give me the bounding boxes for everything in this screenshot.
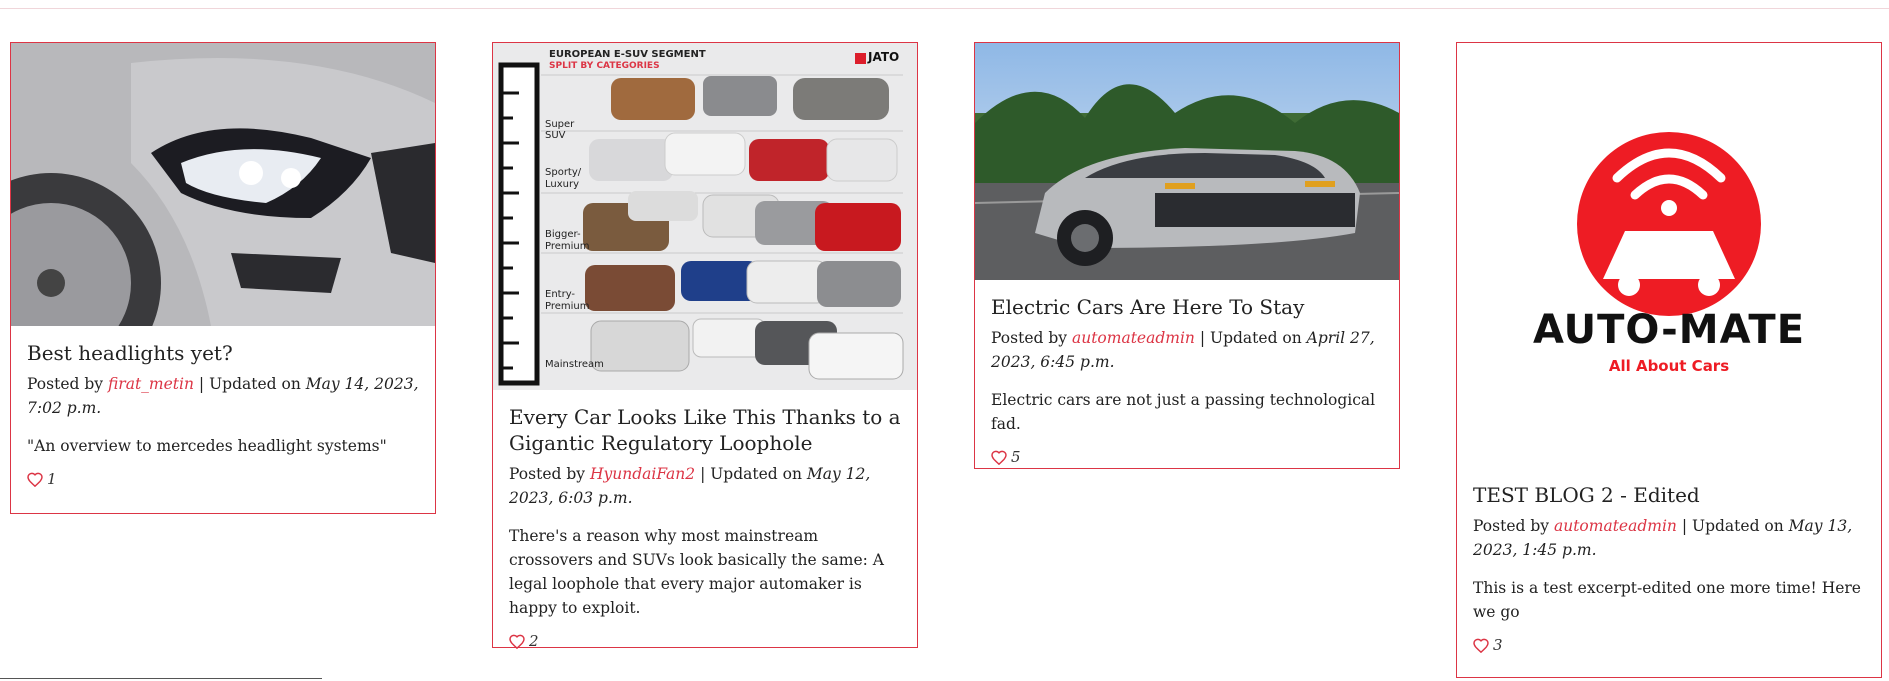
jato-logo: JATO <box>868 50 900 64</box>
updated-label: Updated on <box>710 465 802 483</box>
post-title[interactable]: Electric Cars Are Here To Stay <box>991 294 1383 320</box>
heart-icon[interactable] <box>1473 638 1489 653</box>
posted-by-label: Posted by <box>1473 517 1550 535</box>
like-count[interactable]: 3 <box>1473 636 1865 654</box>
headlight-illustration <box>11 43 435 326</box>
posted-by-label: Posted by <box>27 375 104 393</box>
like-count[interactable]: 2 <box>509 632 901 650</box>
infographic-illustration <box>493 43 917 390</box>
post-meta: Posted by automateadmin | Updated on May… <box>1473 514 1865 562</box>
logo-wordmark: AUTO-MATE <box>1532 307 1806 353</box>
blog-card[interactable]: Electric Cars Are Here To Stay Posted by… <box>974 42 1400 469</box>
post-image-infographic[interactable]: EUROPEAN E-SUV SEGMENT SPLIT BY CATEGORI… <box>493 43 917 390</box>
infographic-title: EUROPEAN E-SUV SEGMENT <box>549 49 706 60</box>
author-link[interactable]: automateadmin <box>1072 329 1195 347</box>
like-count[interactable]: 5 <box>991 448 1383 466</box>
author-link[interactable]: firat_metin <box>108 375 194 393</box>
post-meta: Posted by HyundaiFan2 | Updated on May 1… <box>509 462 901 510</box>
category-label: Bigger- Premium <box>545 229 590 252</box>
meta-separator: | <box>700 465 706 483</box>
like-count-value: 2 <box>529 632 539 650</box>
meta-separator: | <box>1681 517 1688 535</box>
top-divider <box>0 8 1889 9</box>
post-title[interactable]: Every Car Looks Like This Thanks to a Gi… <box>509 404 901 456</box>
posted-by-label: Posted by <box>509 465 586 483</box>
author-link[interactable]: HyundaiFan2 <box>590 465 695 483</box>
post-excerpt: There's a reason why most mainstream cro… <box>509 527 884 617</box>
electric-car-illustration <box>975 43 1399 280</box>
blog-card[interactable]: Best headlights yet? Posted by firat_met… <box>10 42 436 514</box>
blog-card[interactable]: EUROPEAN E-SUV SEGMENT SPLIT BY CATEGORI… <box>492 42 918 650</box>
like-count-value: 3 <box>1493 636 1503 654</box>
meta-separator: | <box>1199 329 1206 347</box>
bottom-divider <box>0 678 322 679</box>
post-excerpt: Electric cars are not just a passing tec… <box>991 391 1376 433</box>
heart-icon[interactable] <box>991 450 1007 465</box>
category-label: Entry- Premium <box>545 289 590 312</box>
author-link[interactable]: automateadmin <box>1554 517 1677 535</box>
post-excerpt: This is a test excerpt-edited one more t… <box>1473 579 1861 621</box>
like-count[interactable]: 1 <box>27 470 419 488</box>
updated-label: Updated on <box>209 375 301 393</box>
post-image-electric-car[interactable] <box>975 43 1399 280</box>
category-label: Super SUV <box>545 119 575 141</box>
logo-tagline: All About Cars <box>1608 357 1730 375</box>
category-label: Sporty/ Luxury <box>545 167 582 190</box>
posted-by-label: Posted by <box>991 329 1068 347</box>
heart-icon[interactable] <box>27 472 43 487</box>
post-meta: Posted by firat_metin | Updated on May 1… <box>27 372 419 420</box>
heart-icon[interactable] <box>509 634 525 649</box>
like-count-value: 1 <box>47 470 57 488</box>
category-label: Mainstream <box>545 359 604 370</box>
updated-label: Updated on <box>1692 517 1784 535</box>
blog-card[interactable]: AUTO-MATE All About Cars TEST BLOG 2 - E… <box>1456 42 1882 678</box>
post-excerpt: "An overview to mercedes headlight syste… <box>27 437 387 455</box>
updated-label: Updated on <box>1210 329 1302 347</box>
post-image-headlight[interactable] <box>11 43 435 326</box>
post-title[interactable]: TEST BLOG 2 - Edited <box>1473 482 1865 508</box>
like-count-value: 5 <box>1011 448 1021 466</box>
post-meta: Posted by automateadmin | Updated on Apr… <box>991 326 1383 374</box>
post-title[interactable]: Best headlights yet? <box>27 340 419 366</box>
post-image-logo[interactable]: AUTO-MATE All About Cars <box>1457 43 1881 468</box>
meta-separator: | <box>198 375 205 393</box>
infographic-subtitle: SPLIT BY CATEGORIES <box>549 61 660 71</box>
automate-logo-icon <box>1577 132 1761 316</box>
